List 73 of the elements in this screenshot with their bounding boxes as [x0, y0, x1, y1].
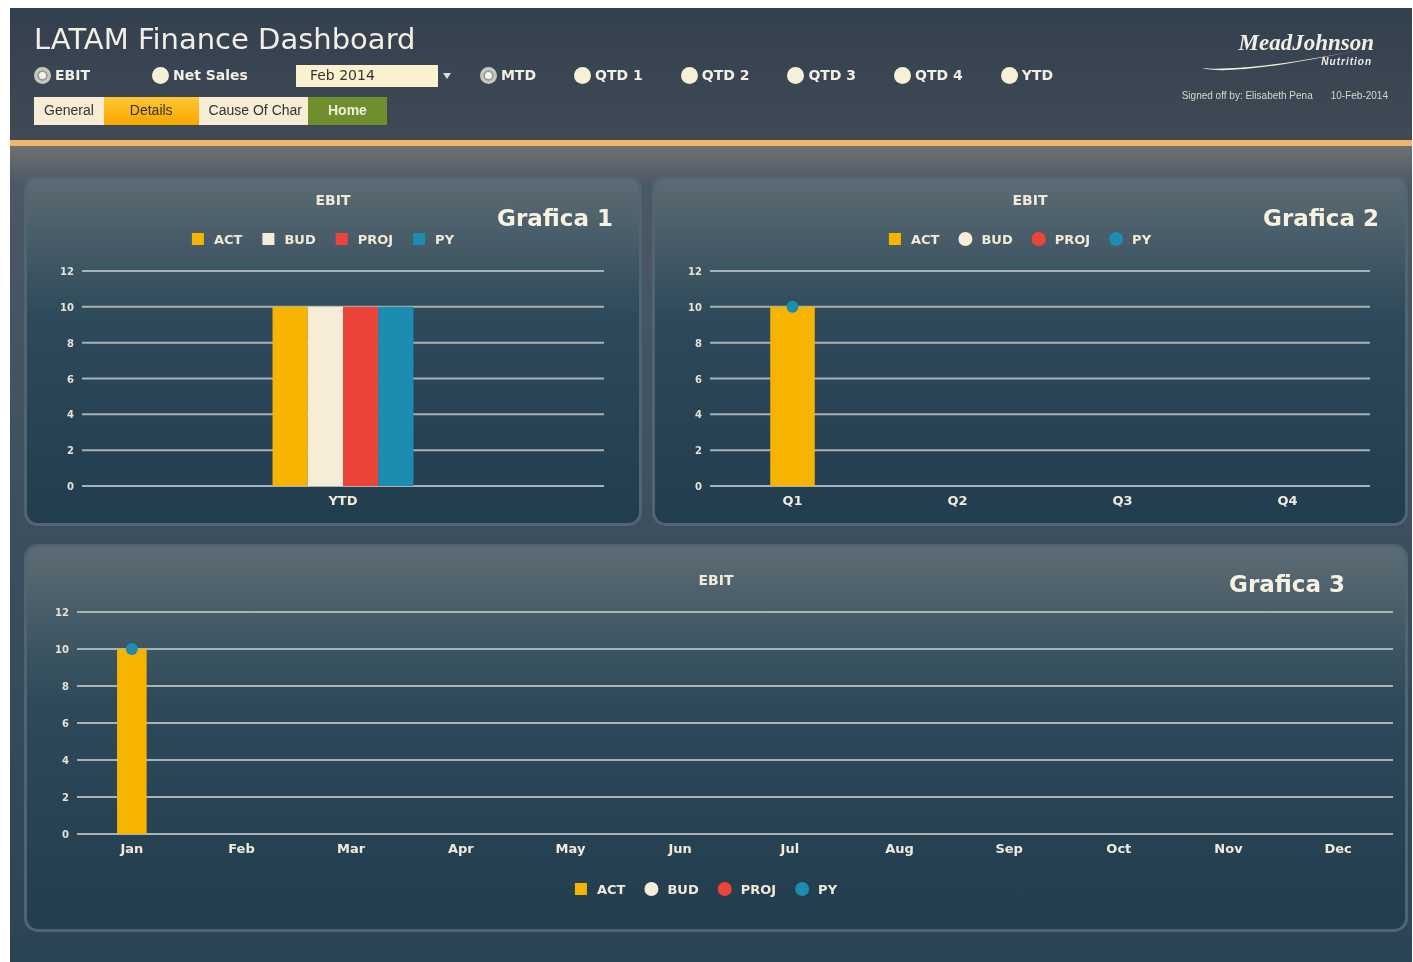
axis-category-label: Oct: [1106, 841, 1132, 856]
axis-category-label: YTD: [328, 493, 358, 508]
axis-tick-label: 4: [695, 409, 702, 421]
axis-category-label: Sep: [995, 841, 1023, 856]
axis-category-label: Q3: [1112, 493, 1133, 508]
legend-label: BUD: [981, 232, 1013, 247]
tab[interactable]: General: [34, 96, 104, 125]
axis-category-label: Q2: [947, 493, 968, 508]
axis-category-label: Mar: [337, 841, 366, 856]
axis-category-label: Q1: [782, 493, 803, 508]
axis-tick-label: 10: [60, 301, 74, 313]
axis-tick-label: 10: [55, 644, 69, 655]
radio-option[interactable]: QTD 3: [787, 65, 857, 87]
axis-tick-label: 8: [62, 681, 69, 692]
legend-label: ACT: [213, 232, 243, 247]
axis-tick-label: 0: [67, 481, 74, 492]
signed-off-text: Signed off by: Elisabeth Pena: [1181, 89, 1313, 103]
radio-option[interactable]: QTD 1: [574, 65, 643, 87]
legend-label: PY: [435, 232, 455, 247]
legend-label: PY: [818, 882, 838, 897]
axis-category-label: Jul: [780, 841, 800, 856]
axis-category-label: Dec: [1324, 841, 1352, 856]
legend-label: PROJ: [740, 882, 777, 897]
axis-tick-label: 12: [55, 607, 69, 618]
dashboard-title: LATAM Finance Dashboard: [34, 22, 417, 57]
legend-label: PROJ: [1054, 232, 1091, 247]
legend-label: PY: [1132, 232, 1152, 247]
axis-tick-label: 8: [67, 337, 74, 349]
axis-tick-label: 2: [67, 445, 74, 457]
axis-tick-label: 6: [62, 718, 69, 729]
legend-label: ACT: [910, 232, 940, 247]
axis-tick-label: 4: [67, 409, 74, 421]
radio-option[interactable]: QTD 2: [680, 65, 750, 87]
data-point: [125, 643, 138, 655]
radio-option[interactable]: EBIT: [34, 65, 90, 87]
company-logo: MeadJohnson Nutrition: [1188, 28, 1388, 78]
tab[interactable]: Details: [103, 96, 199, 125]
chart-label: Grafica 3: [1229, 570, 1345, 599]
chart-label: Grafica 1: [497, 204, 613, 233]
axis-category-label: Jan: [120, 841, 144, 856]
axis-tick-label: 0: [62, 829, 69, 840]
data-point: [786, 300, 799, 313]
axis-tick-label: 10: [688, 301, 702, 313]
radio-option[interactable]: Net Sales: [152, 65, 248, 87]
legend-label: ACT: [596, 882, 626, 897]
legend-label: PROJ: [357, 232, 394, 247]
axis-tick-label: 6: [695, 373, 702, 385]
chart-title: EBIT: [315, 192, 351, 208]
axis-category-label: Nov: [1214, 841, 1243, 856]
axis-tick-label: 8: [695, 337, 702, 349]
month-dropdown[interactable]: Feb 2014: [295, 64, 456, 87]
chart-label: Grafica 2: [1263, 204, 1379, 233]
axis-category-label: Feb: [228, 841, 255, 856]
axis-category-label: May: [555, 841, 586, 856]
radio-option[interactable]: QTD 4: [894, 65, 963, 87]
axis-category-label: Aug: [885, 841, 914, 856]
axis-tick-label: 2: [695, 445, 702, 457]
axis-tick-label: 2: [62, 792, 69, 803]
axis-category-label: Jun: [668, 841, 692, 856]
legend-label: BUD: [667, 882, 699, 897]
radio-option[interactable]: MTD: [479, 65, 537, 87]
chart-title: EBIT: [1012, 192, 1048, 208]
signed-date: 10-Feb-2014: [1330, 89, 1388, 103]
axis-tick-label: 12: [688, 266, 702, 277]
axis-tick-label: 12: [60, 266, 74, 277]
axis-tick-label: 0: [695, 481, 702, 492]
chart-title: EBIT: [698, 572, 734, 588]
axis-tick-label: 6: [67, 373, 74, 385]
axis-tick-label: 4: [62, 755, 69, 766]
axis-category-label: Apr: [447, 841, 474, 856]
radio-option[interactable]: YTD: [1000, 65, 1054, 87]
axis-category-label: Q4: [1277, 493, 1298, 508]
legend-label: BUD: [284, 232, 316, 247]
